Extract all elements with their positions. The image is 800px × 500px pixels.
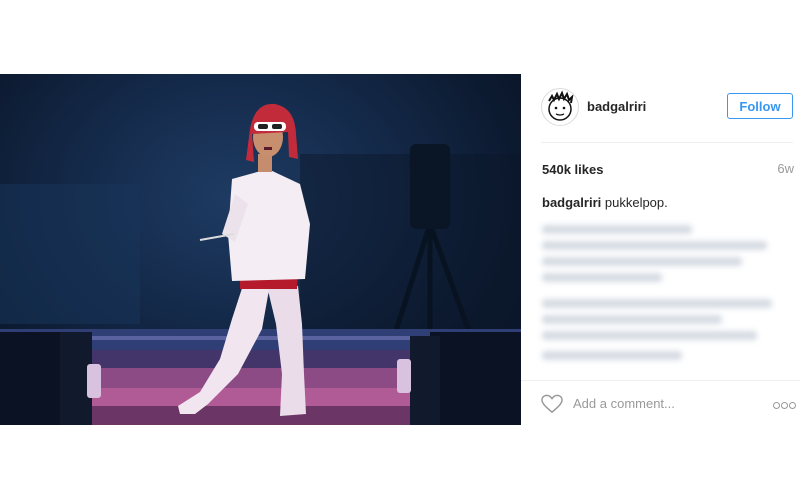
blurred-comment-line [542,331,757,340]
blurred-comment-line [542,351,682,360]
author-username[interactable]: badgalriri [587,99,646,114]
avatar-face-icon [548,90,574,121]
blurred-comments [542,219,787,369]
like-count[interactable]: 540k likes [542,162,603,177]
post-timestamp: 6w [777,161,794,176]
post-caption: badgalriri pukkelpop. [542,195,668,210]
blurred-comment-line [542,257,742,266]
more-options-icon[interactable] [773,402,796,409]
post-card: badgalriri Follow 540k likes 6w badgalri… [0,74,800,425]
avatar[interactable] [541,88,579,126]
follow-button[interactable]: Follow [727,93,793,119]
caption-text: pukkelpop. [604,195,668,210]
header-divider [541,142,793,143]
add-comment-input[interactable] [573,392,753,414]
post-header: badgalriri Follow [521,74,800,140]
blurred-comment-line [542,241,767,250]
post-photo[interactable] [0,74,521,425]
comment-bar [521,380,800,421]
blurred-comment-line [542,225,692,234]
blurred-comment-line [542,273,662,282]
heart-icon[interactable] [541,394,563,414]
blurred-comment-line [542,315,722,324]
post-side-panel: badgalriri Follow 540k likes 6w badgalri… [521,74,800,425]
stage-performer-illustration [0,103,521,425]
caption-username[interactable]: badgalriri [542,195,601,210]
blurred-comment-line [542,299,772,308]
